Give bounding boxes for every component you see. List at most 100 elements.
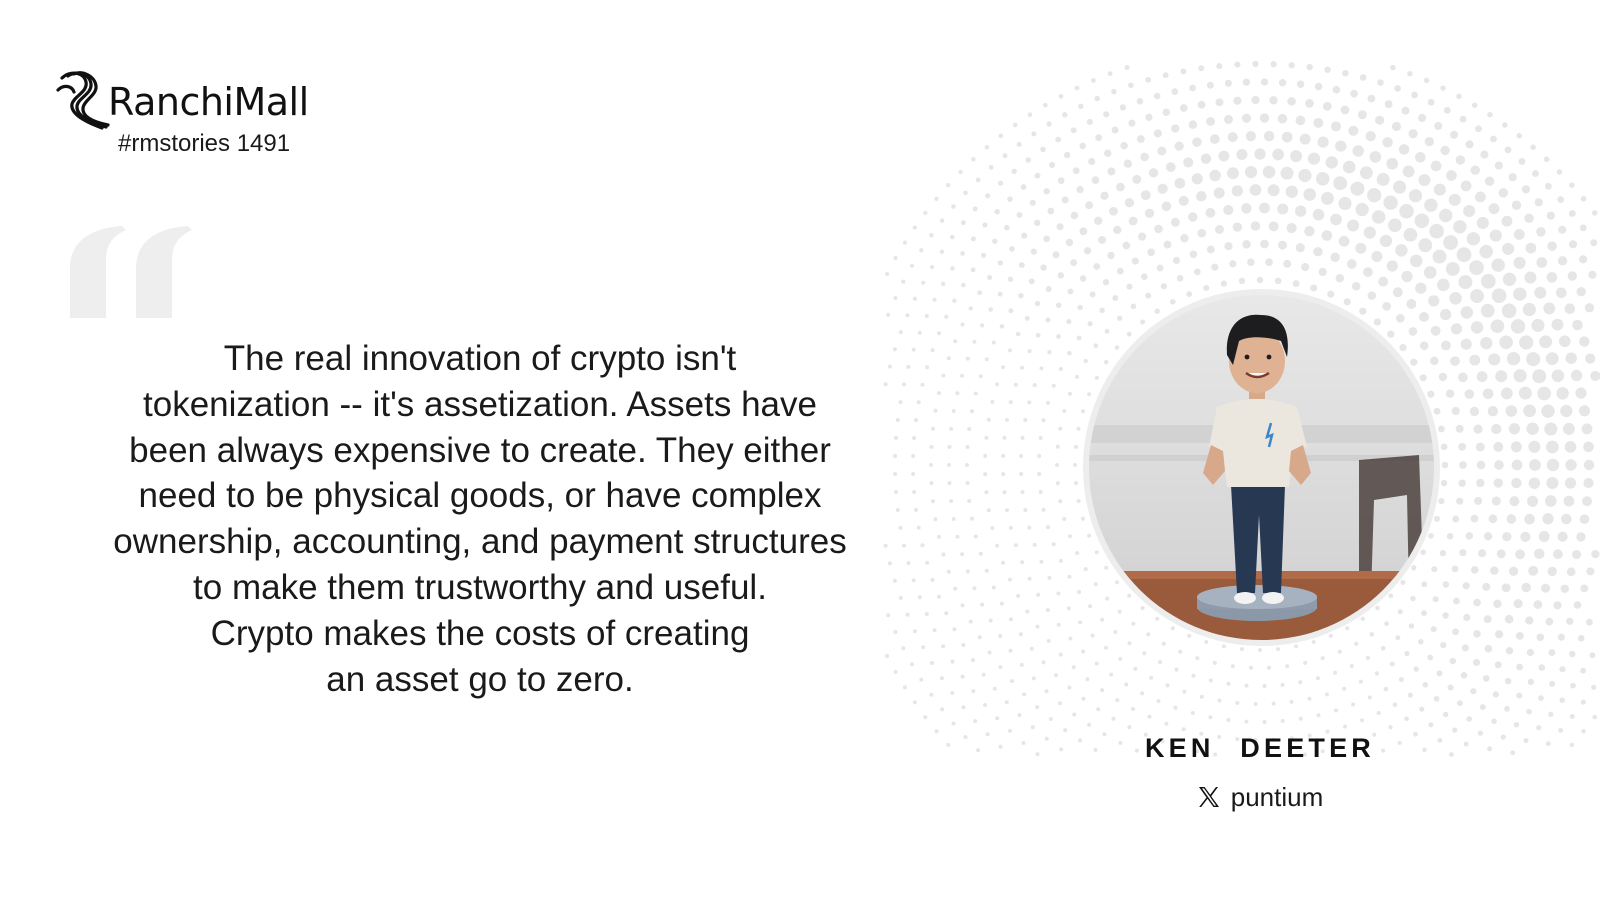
halftone-dot: [1443, 107, 1451, 114]
halftone-dot: [1484, 644, 1493, 653]
halftone-dot: [1019, 662, 1024, 667]
halftone-dot: [1153, 129, 1162, 138]
halftone-dot: [1543, 302, 1556, 315]
halftone-dot: [1399, 204, 1414, 219]
halftone-dot: [1591, 210, 1598, 216]
halftone-dot: [1067, 350, 1072, 356]
halftone-dot: [984, 490, 989, 495]
halftone-dot: [1178, 195, 1189, 206]
halftone-dot: [1043, 188, 1050, 195]
halftone-dot: [1560, 584, 1570, 594]
halftone-dot: [1220, 280, 1228, 287]
halftone-dot: [1067, 534, 1072, 539]
halftone-dot: [1088, 604, 1093, 609]
halftone-dot: [1343, 724, 1347, 729]
halftone-dot: [1022, 692, 1027, 697]
halftone-dot: [1265, 258, 1273, 267]
halftone-dot: [1536, 633, 1545, 642]
halftone-dot: [1460, 338, 1472, 350]
halftone-dot: [1088, 157, 1096, 166]
halftone-dot: [1559, 666, 1566, 673]
halftone-dot: [1421, 581, 1428, 588]
halftone-dot: [1491, 423, 1502, 435]
halftone-dot: [970, 409, 974, 414]
halftone-dot: [1453, 220, 1467, 234]
halftone-dot: [1052, 251, 1060, 259]
halftone-dot: [1346, 259, 1357, 269]
halftone-dot: [1200, 153, 1212, 164]
halftone-dot: [1480, 336, 1493, 350]
halftone-dot: [1104, 328, 1110, 334]
halftone-dot: [1582, 496, 1592, 507]
halftone-dot: [911, 472, 916, 476]
halftone-dot: [1430, 356, 1439, 366]
quote-line: been always expensive to create. They ei…: [129, 430, 831, 470]
halftone-dot: [1513, 228, 1525, 240]
halftone-dot: [1470, 566, 1479, 574]
halftone-dot: [1460, 306, 1474, 319]
halftone-dot: [1016, 211, 1023, 218]
halftone-dot: [1342, 686, 1347, 691]
halftone-dot: [1504, 677, 1512, 685]
halftone-dot: [1407, 70, 1413, 77]
halftone-dot: [1434, 515, 1440, 522]
halftone-dot: [1254, 148, 1266, 160]
halftone-dot: [939, 249, 945, 254]
halftone-dot: [1506, 352, 1521, 366]
halftone-dot: [941, 281, 946, 286]
halftone-dot: [932, 297, 937, 302]
halftone-dot: [950, 691, 955, 695]
halftone-dot: [1320, 656, 1325, 661]
halftone-dot: [990, 526, 995, 531]
halftone-dot: [1020, 560, 1025, 565]
halftone-dot: [988, 618, 993, 623]
halftone-dot: [1008, 577, 1012, 582]
halftone-dot: [1278, 240, 1287, 250]
halftone-dot: [1035, 752, 1040, 757]
halftone-dot: [1526, 648, 1534, 657]
halftone-dot: [1224, 242, 1233, 251]
halftone-dot: [1212, 660, 1217, 665]
halftone-dot: [1128, 82, 1134, 89]
halftone-dot: [1283, 259, 1292, 268]
halftone-dot: [1473, 630, 1481, 638]
halftone-dot: [1419, 341, 1429, 350]
halftone-dot: [1162, 72, 1169, 79]
halftone-dot: [1021, 741, 1026, 745]
halftone-dot: [1458, 275, 1473, 290]
halftone-dot: [1474, 496, 1483, 505]
halftone-dot: [934, 196, 939, 201]
halftone-dot: [887, 364, 892, 369]
halftone-dot: [1584, 303, 1595, 313]
halftone-dot: [1086, 118, 1093, 125]
halftone-dot: [960, 251, 965, 256]
halftone-dot: [1476, 460, 1486, 470]
halftone-dot: [1403, 227, 1418, 242]
halftone-dot: [930, 348, 935, 353]
halftone-dot: [1546, 211, 1555, 220]
halftone-dot: [1156, 264, 1164, 272]
halftone-dot: [1515, 549, 1525, 560]
halftone-dot: [1296, 80, 1305, 88]
halftone-dot: [1580, 699, 1586, 705]
halftone-dot: [1179, 104, 1188, 112]
halftone-dot: [1317, 136, 1329, 148]
halftone-dot: [1206, 117, 1215, 126]
halftone-dot: [1576, 532, 1586, 542]
halftone-dot: [1363, 267, 1373, 277]
halftone-dot: [1007, 276, 1014, 283]
halftone-dot: [1393, 180, 1407, 194]
halftone-dot: [1526, 352, 1541, 367]
halftone-dot: [1272, 148, 1284, 161]
halftone-dot: [1056, 334, 1061, 339]
halftone-dot: [1449, 657, 1457, 665]
halftone-dot: [1433, 183, 1446, 196]
halftone-dot: [1524, 271, 1537, 284]
halftone-dot: [1536, 257, 1548, 268]
halftone-dot: [1093, 263, 1101, 270]
halftone-dot: [1262, 165, 1276, 179]
author-handle[interactable]: puntium: [1060, 782, 1460, 813]
halftone-dot: [1056, 223, 1064, 231]
halftone-dot: [1105, 596, 1110, 601]
halftone-dot: [1437, 278, 1450, 292]
